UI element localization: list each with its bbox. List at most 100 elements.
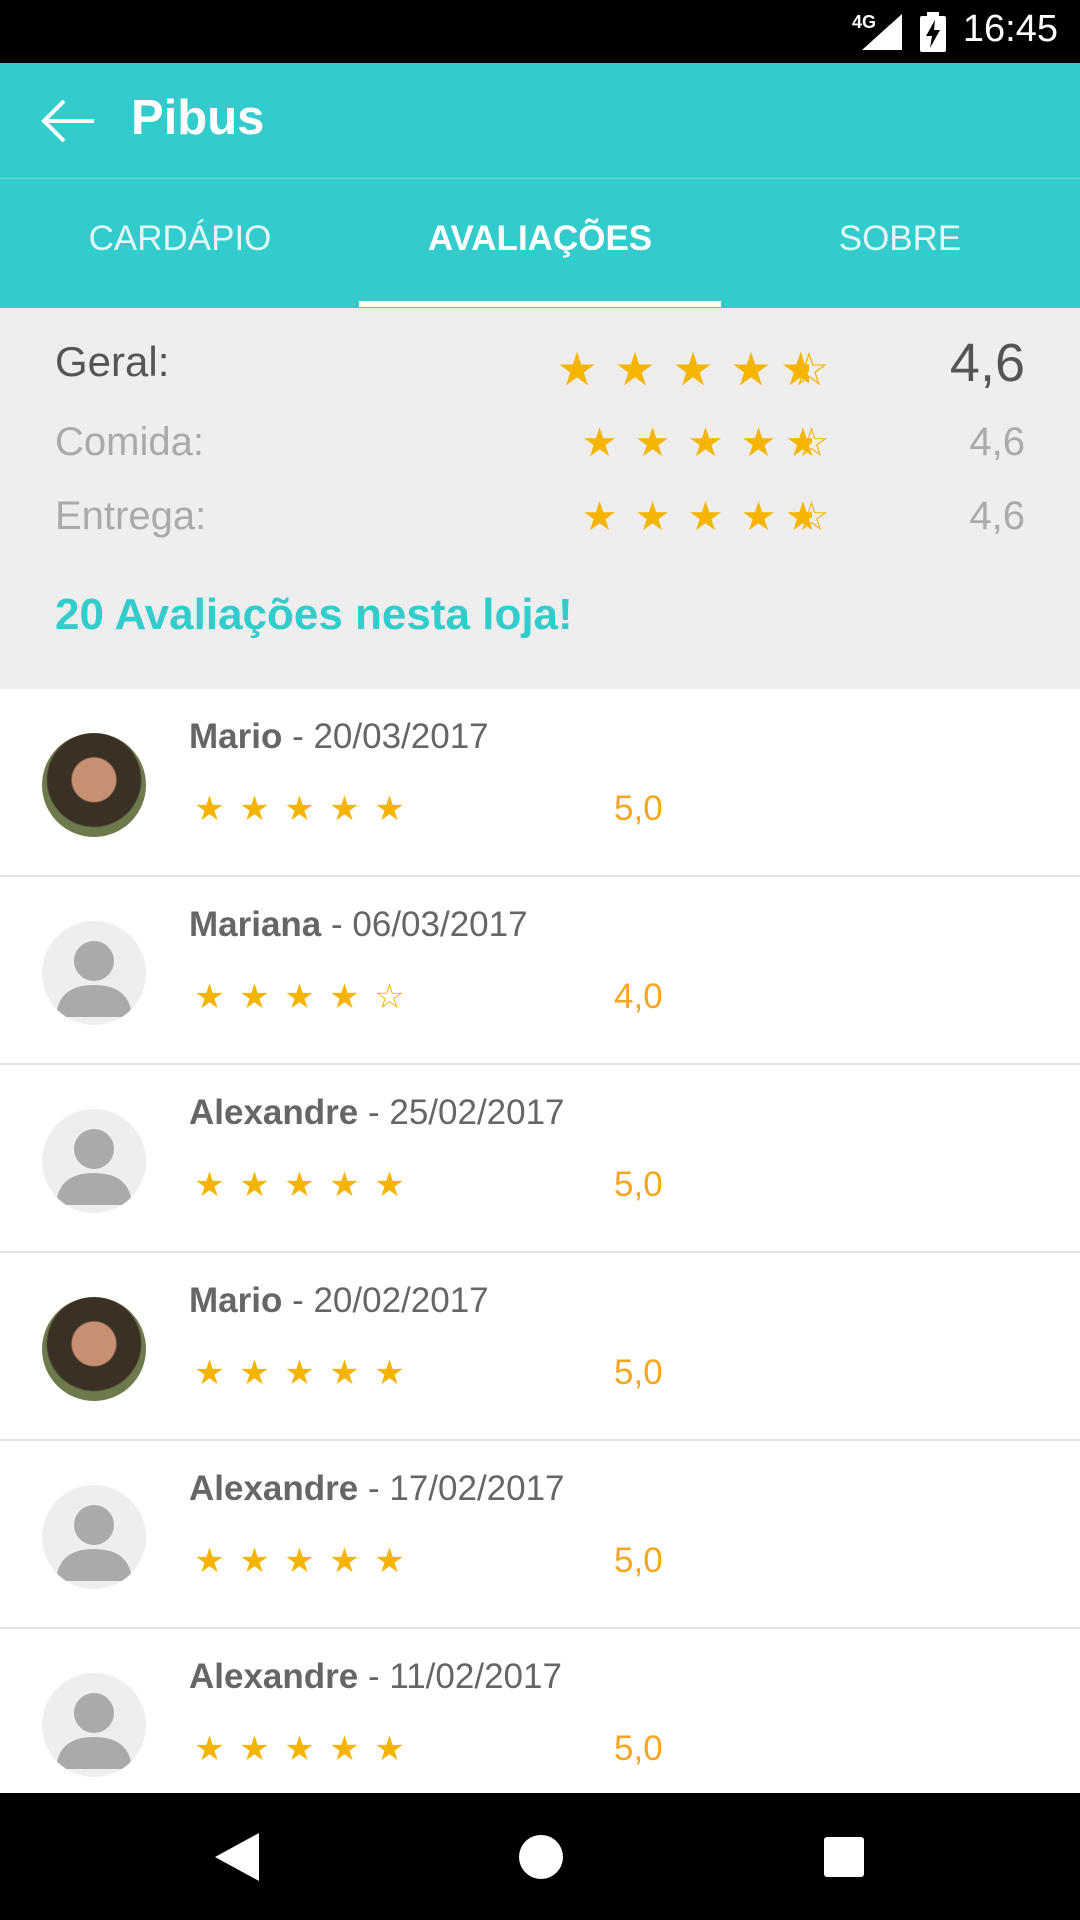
- star-icon: ★: [239, 978, 270, 1016]
- review-stars: ★ ★ ★ ★ ★: [187, 789, 412, 829]
- review-header: Alexandre - 11/02/2017: [189, 1657, 562, 1697]
- star-half-icon: ☆ ★: [780, 343, 830, 395]
- summary-stars: ★ ★ ★ ★ ☆ ★: [548, 342, 838, 396]
- avatar-photo: [42, 733, 146, 837]
- summary-label: Comida:: [55, 420, 204, 464]
- review-rating-value: 5,0: [614, 1353, 663, 1392]
- review-list: Mario - 20/03/2017 ★ ★ ★ ★ ★ 5,0 Mariana - 0…: [0, 689, 1080, 1817]
- star-icon: ★: [284, 978, 315, 1016]
- review-author: Alexandre: [189, 1469, 359, 1508]
- star-icon: ★: [239, 790, 270, 828]
- review-rating-value: 5,0: [614, 789, 663, 828]
- review-stars: ★ ★ ★ ★ ☆: [187, 977, 412, 1017]
- review-author: Alexandre: [189, 1093, 359, 1132]
- review-author: Mario: [189, 1281, 283, 1320]
- review-item[interactable]: Mario - 20/03/2017 ★ ★ ★ ★ ★ 5,0: [0, 689, 1080, 877]
- app-bar: Pibus: [0, 63, 1080, 178]
- star-icon: ★: [194, 1730, 225, 1768]
- summary-value: 4,6: [969, 494, 1025, 538]
- review-header: Mariana - 06/03/2017: [189, 905, 528, 945]
- star-icon: ★: [687, 421, 724, 465]
- star-icon: ★: [329, 978, 360, 1016]
- avatar-placeholder: [42, 1673, 146, 1777]
- star-icon: ★: [740, 495, 777, 539]
- person-icon: [56, 1693, 132, 1769]
- star-icon: ★: [374, 1730, 405, 1768]
- nav-recents-icon[interactable]: [824, 1837, 864, 1877]
- person-icon: [56, 1505, 132, 1581]
- star-icon: ★: [329, 1730, 360, 1768]
- nav-back-icon[interactable]: [215, 1833, 259, 1881]
- summary-value: 4,6: [969, 420, 1025, 464]
- star-icon: ★: [634, 495, 671, 539]
- star-half-icon: ☆ ★: [785, 421, 830, 465]
- tab-indicator: [359, 301, 721, 307]
- star-icon: ★: [614, 343, 656, 395]
- star-icon: ★: [194, 790, 225, 828]
- review-item[interactable]: Alexandre - 11/02/2017 ★ ★ ★ ★ ★ 5,0: [0, 1629, 1080, 1817]
- review-date: - 20/02/2017: [282, 1281, 489, 1320]
- summary-label: Entrega:: [55, 494, 207, 538]
- review-date: - 11/02/2017: [358, 1657, 562, 1696]
- review-stars: ★ ★ ★ ★ ★: [187, 1541, 412, 1581]
- review-date: - 06/03/2017: [321, 905, 528, 944]
- review-item[interactable]: Alexandre - 25/02/2017 ★ ★ ★ ★ ★ 5,0: [0, 1065, 1080, 1253]
- review-rating-value: 4,0: [614, 977, 663, 1016]
- avatar-placeholder: [42, 1109, 146, 1213]
- star-icon: ★: [581, 421, 618, 465]
- star-icon: ★: [239, 1354, 270, 1392]
- review-item[interactable]: Alexandre - 17/02/2017 ★ ★ ★ ★ ★ 5,0: [0, 1441, 1080, 1629]
- reviews-count: 20 Avaliações nesta loja!: [55, 590, 573, 639]
- avatar-placeholder: [42, 1485, 146, 1589]
- star-icon: ★: [194, 1354, 225, 1392]
- star-icon: ★: [329, 790, 360, 828]
- back-arrow-icon[interactable]: [40, 96, 96, 146]
- tab-sobre[interactable]: SOBRE: [720, 179, 1080, 309]
- review-date: - 25/02/2017: [358, 1093, 565, 1132]
- review-stars: ★ ★ ★ ★ ★: [187, 1353, 412, 1393]
- review-rating-value: 5,0: [614, 1541, 663, 1580]
- star-icon: ★: [194, 1542, 225, 1580]
- star-icon: ★: [740, 421, 777, 465]
- star-icon: ★: [284, 1542, 315, 1580]
- avatar-placeholder: [42, 921, 146, 1025]
- star-icon: ★: [329, 1354, 360, 1392]
- review-date: - 17/02/2017: [358, 1469, 565, 1508]
- star-icon: ★: [374, 1354, 405, 1392]
- star-icon: ★: [730, 343, 772, 395]
- star-icon: ★: [284, 1166, 315, 1204]
- star-icon: ★: [194, 978, 225, 1016]
- review-item[interactable]: Mario - 20/02/2017 ★ ★ ★ ★ ★ 5,0: [0, 1253, 1080, 1441]
- summary-label: Geral:: [55, 338, 170, 385]
- star-icon: ★: [329, 1166, 360, 1204]
- tab-avaliacoes[interactable]: AVALIAÇÕES: [360, 179, 720, 309]
- review-stars: ★ ★ ★ ★ ★: [187, 1165, 412, 1205]
- star-icon: ★: [556, 343, 598, 395]
- nav-home-icon[interactable]: [519, 1835, 563, 1879]
- review-author: Alexandre: [189, 1657, 359, 1696]
- person-icon: [56, 941, 132, 1017]
- review-header: Mario - 20/03/2017: [189, 717, 489, 757]
- review-date: - 20/03/2017: [282, 717, 489, 756]
- review-header: Mario - 20/02/2017: [189, 1281, 489, 1321]
- summary-stars: ★ ★ ★ ★ ☆ ★: [573, 420, 838, 466]
- star-half-icon: ☆ ★: [785, 495, 830, 539]
- battery-charging-icon: [920, 12, 946, 52]
- tab-bar: CARDÁPIO AVALIAÇÕES SOBRE: [0, 178, 1080, 309]
- review-header: Alexandre - 25/02/2017: [189, 1093, 565, 1133]
- star-icon: ★: [239, 1166, 270, 1204]
- summary-value: 4,6: [949, 333, 1025, 393]
- person-icon: [56, 1129, 132, 1205]
- review-item[interactable]: Mariana - 06/03/2017 ★ ★ ★ ★ ☆ 4,0: [0, 877, 1080, 1065]
- system-nav-bar: [0, 1793, 1080, 1920]
- review-header: Alexandre - 17/02/2017: [189, 1469, 565, 1509]
- review-rating-value: 5,0: [614, 1729, 663, 1768]
- star-icon: ★: [374, 1166, 405, 1204]
- signal-icon: [862, 14, 902, 50]
- star-outline-icon: ☆: [374, 978, 405, 1016]
- tab-cardapio[interactable]: CARDÁPIO: [0, 179, 360, 309]
- review-rating-value: 5,0: [614, 1165, 663, 1204]
- status-time: 16:45: [962, 8, 1058, 50]
- star-icon: ★: [581, 495, 618, 539]
- star-icon: ★: [284, 1354, 315, 1392]
